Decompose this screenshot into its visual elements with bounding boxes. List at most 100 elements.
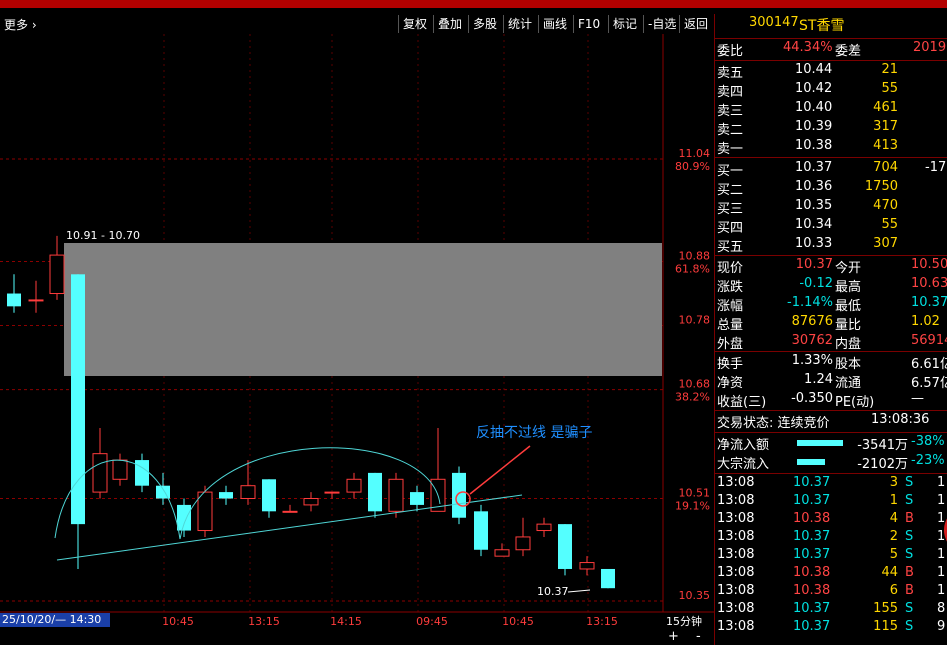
stat-value-2: 10.63 [911,276,947,291]
stat-label-2: 今开 [835,261,862,276]
zoom-out-button[interactable]: - [696,629,701,644]
flow-value: -2102万 [857,457,908,472]
multi-stock-button[interactable]: 多股 [468,15,501,33]
stat-value: 10.37 [795,257,833,272]
annotation-text: 反抽不过线 是骗子 [476,425,592,441]
bid-volume: 55 [881,217,898,232]
tick-time: 13:08 [717,529,755,544]
ask-price: 10.44 [795,62,833,77]
stat-value-2: 1.02 [911,314,940,329]
flow-label: 净流入额 [717,438,770,453]
candle [282,504,298,513]
tick-price: 10.37 [793,601,831,616]
stat-value-2: 6.61亿 [911,357,947,372]
f10-button[interactable]: F10 [573,15,604,33]
more-menu-button[interactable]: 更多 › [4,16,37,33]
bid-price: 10.36 [795,179,833,194]
stock-header: 300147 ST香雪 [715,15,947,35]
stat-value-2: 6.57亿 [911,376,947,391]
ask-level-5: 卖一 10.38 413 [715,138,947,157]
draw-line-button[interactable]: 画线 [538,15,571,33]
candle [262,479,276,518]
candle [410,485,424,512]
tick-volume: 6 [889,583,898,598]
stats1-row-2: 涨跌 -0.12 最高 10.63 [715,276,947,295]
time-tick-label: 13:15 [248,615,280,628]
stats1-row-3: 涨幅 -1.14% 最低 10.37 [715,295,947,314]
candle [49,235,65,300]
bid-level-2: 买二 10.36 1750 [715,179,947,198]
bid-label: 买三 [717,202,744,217]
weibi-row: 委比 44.34% 委差 2019 [715,40,947,59]
tick-price: 10.37 [793,529,831,544]
tick-volume: 155 [873,601,898,616]
kline-chart[interactable]: 10.91 - 10.70 反抽不过线 是骗子 10.37 11.04 80.9%… [0,34,714,645]
time-tick-label: 13:15 [586,615,618,628]
tick-side: B [905,583,914,598]
candle [28,280,44,313]
ask-label: 卖五 [717,66,744,81]
bid-level-5: 买五 10.33 307 [715,236,947,255]
stat-label-2: 最低 [835,299,862,314]
tick-price: 10.37 [793,547,831,562]
tick-price: 10.37 [793,493,831,508]
flow-value: -3541万 [857,438,908,453]
tick-side: S [905,601,914,616]
candle [430,428,446,512]
time-tick-label: 09:45 [416,615,448,628]
tick-row: 13:08 10.38 6 B 1 [715,583,947,602]
tick-time: 13:08 [717,565,755,580]
trade-time: 13:08:36 [871,412,930,427]
stat-value: -0.12 [799,276,833,291]
tick-row: 13:08 10.38 44 B 1 [715,565,947,584]
bid-change: -175 [925,160,947,175]
selection-rect [64,243,662,376]
annotation-arrow [469,445,531,495]
mark-button[interactable]: 标记 [608,15,641,33]
stock-name: ST香雪 [799,18,845,34]
ask-price: 10.42 [795,81,833,96]
tick-time: 13:08 [717,493,755,508]
ask-volume: 21 [881,62,898,77]
ask-volume: 413 [873,138,898,153]
tick-price: 10.38 [793,583,831,598]
overlay-button[interactable]: 叠加 [433,15,466,33]
flow-bar [797,440,843,446]
bid-label: 买一 [717,164,744,179]
stat-label-2: PE(动) [835,395,875,410]
pct-tick-label: 19.1% [675,500,710,513]
tick-time: 13:08 [717,511,755,526]
kline-svg[interactable]: 10.91 - 10.70 反抽不过线 是骗子 10.37 11.0480.9%… [0,34,714,645]
stat-value: -0.350 [791,391,833,406]
candle [388,472,404,518]
bid-price: 10.35 [795,198,833,213]
add-watchlist-button[interactable]: -自选 [643,15,680,33]
stat-label: 净资 [717,376,744,391]
ask-volume: 317 [873,119,898,134]
tick-time: 13:08 [717,547,755,562]
more-label: 更多 [4,18,29,32]
stat-value: 87676 [791,314,833,329]
stat-label: 外盘 [717,337,744,352]
price-tick-label: 10.35 [679,589,711,602]
tick-volume: 5 [889,547,898,562]
period-label[interactable]: 15分钟 [666,613,712,628]
candle [558,524,572,576]
ask-price: 10.39 [795,119,833,134]
back-button[interactable]: 返回 [679,15,712,33]
statistics-button[interactable]: 统计 [503,15,536,33]
stats1-row-4: 总量 87676 量比 1.02 [715,314,947,333]
fuquan-button[interactable]: 复权 [398,15,431,33]
bid-volume: 1750 [864,179,898,194]
flow-row-1: 净流入额 -3541万 -38% [715,434,947,453]
floating-action-button[interactable] [936,480,947,645]
candle [515,517,531,557]
tick-side: B [905,511,914,526]
trend-line [56,494,523,561]
weicha-value: 2019 [913,40,947,55]
zoom-in-button[interactable]: + [668,629,679,644]
bid-level-3: 买三 10.35 470 [715,198,947,217]
flow-pct: -23% [911,453,945,468]
stat-label: 总量 [717,318,744,333]
chart-toolbar: 更多 › 复权 叠加 多股 统计 画线 F10 标记 -自选 返回 [0,14,714,34]
